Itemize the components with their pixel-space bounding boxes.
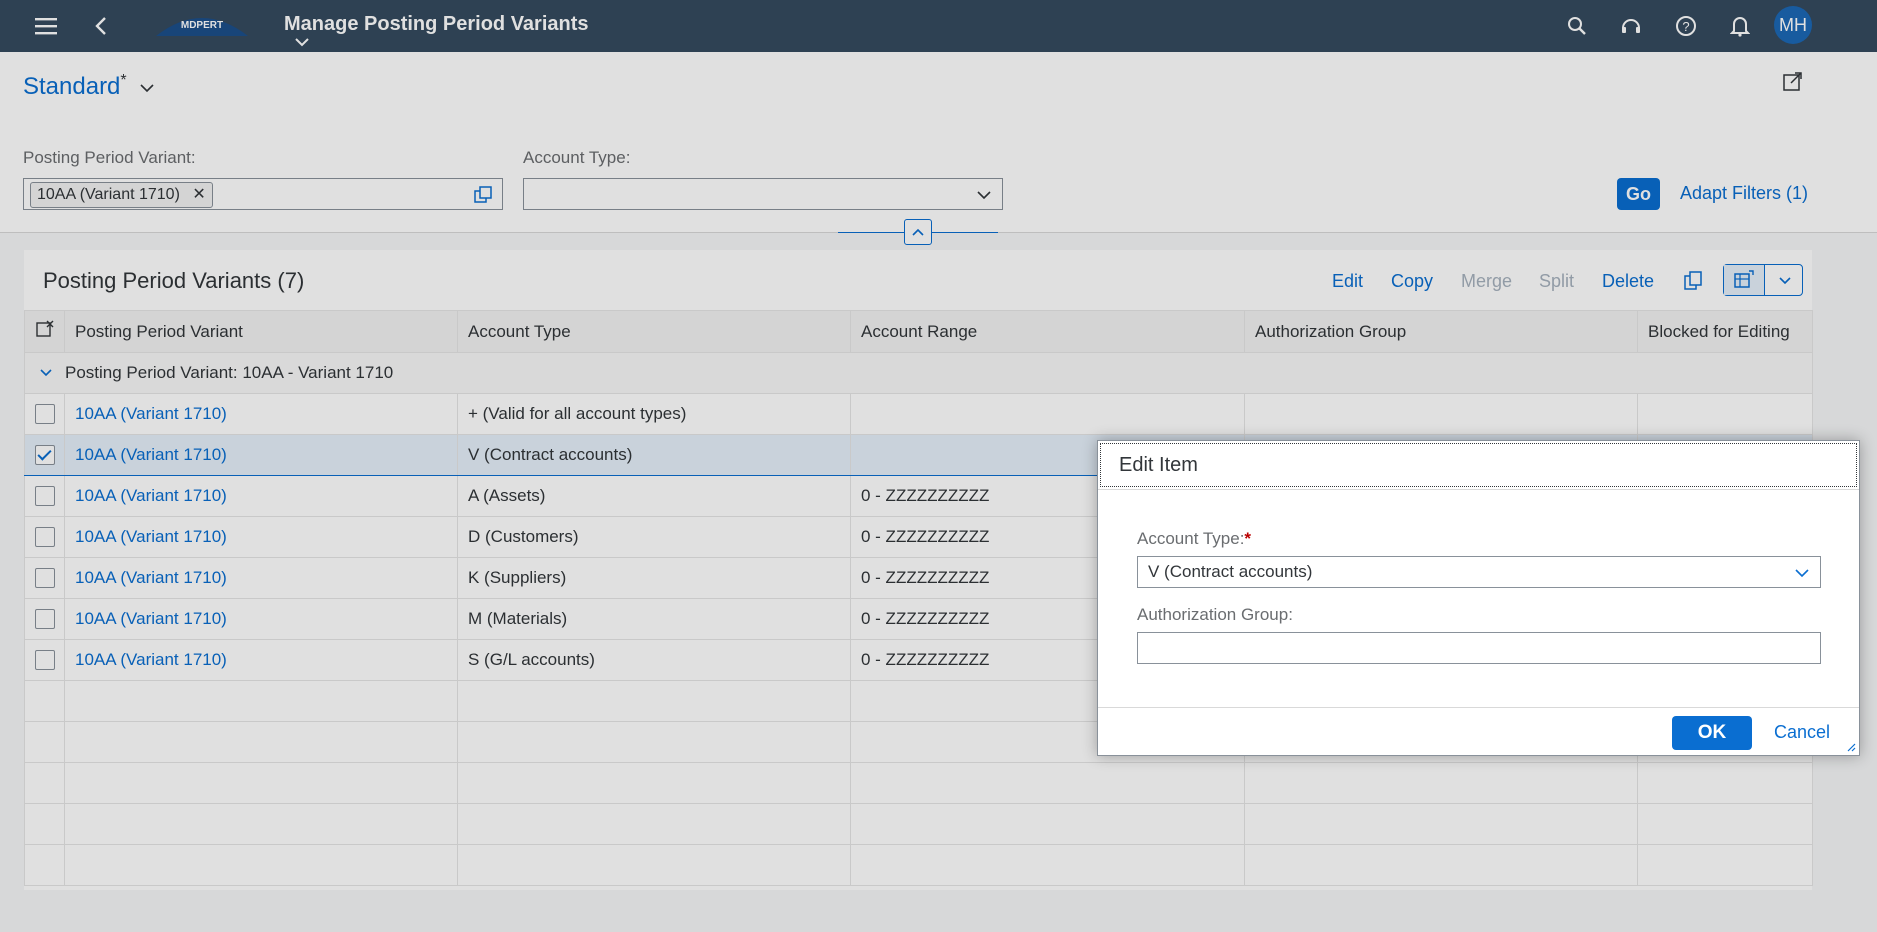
resize-handle-icon[interactable] <box>1846 742 1856 752</box>
dialog-divider <box>1098 489 1859 490</box>
account-type-value: V (Contract accounts) <box>1148 562 1313 581</box>
authorization-group-field-label: Authorization Group: <box>1137 605 1293 624</box>
required-marker: * <box>1244 529 1252 548</box>
cancel-button[interactable]: Cancel <box>1774 722 1830 743</box>
dialog-header[interactable]: Edit Item <box>1100 443 1857 487</box>
dialog-title: Edit Item <box>1119 454 1198 476</box>
ok-button[interactable]: OK <box>1672 716 1752 750</box>
account-type-field-label: Account Type:* <box>1137 529 1252 548</box>
edit-item-dialog: Edit Item Account Type:* V (Contract acc… <box>1097 440 1860 756</box>
account-type-dropdown[interactable]: V (Contract accounts) <box>1137 556 1821 588</box>
chevron-down-icon <box>1795 569 1809 578</box>
dialog-footer: OK Cancel <box>1098 707 1859 756</box>
authorization-group-input[interactable] <box>1137 632 1821 664</box>
